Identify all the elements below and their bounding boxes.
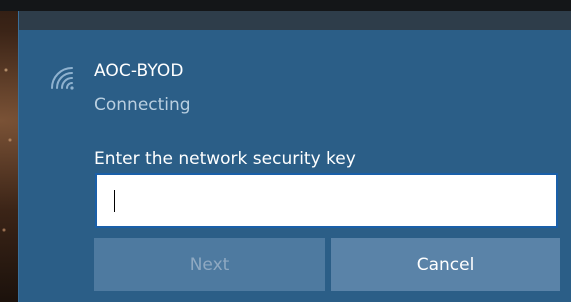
top-strip [0,0,571,11]
flyout-header-bar [19,11,571,30]
security-key-input[interactable] [95,173,558,228]
text-caret [114,190,115,212]
desktop-background: AOC-BYOD Connecting Enter the network se… [0,0,571,302]
network-name: AOC-BYOD [94,61,184,81]
cancel-button[interactable]: Cancel [331,238,560,291]
wifi-icon [51,67,74,90]
next-button[interactable]: Next [94,238,325,291]
connection-status: Connecting [94,95,191,115]
wifi-connect-flyout: AOC-BYOD Connecting Enter the network se… [18,11,571,302]
security-key-label: Enter the network security key [94,149,356,169]
